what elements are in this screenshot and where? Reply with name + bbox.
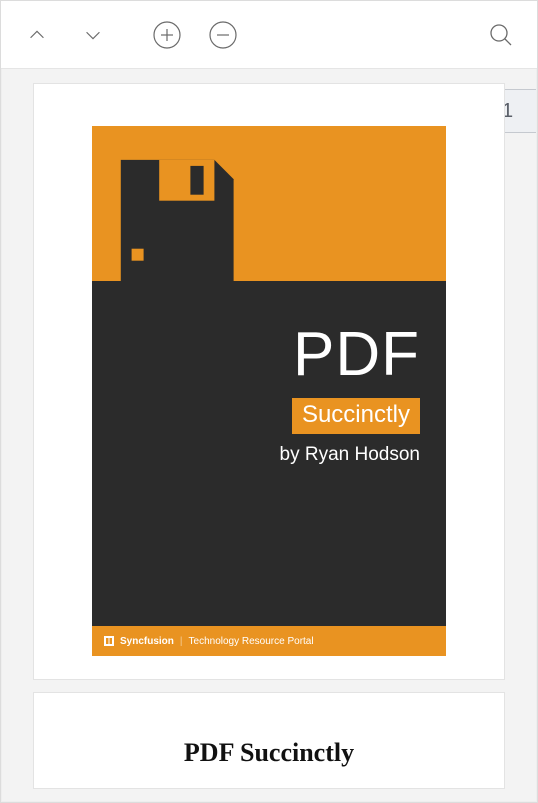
pdf-page-2: PDF Succinctly <box>33 692 505 789</box>
footer-divider: | <box>180 636 183 647</box>
cover-subtitle-box: Succinctly <box>292 398 420 434</box>
chevron-down-icon <box>82 24 104 46</box>
chevron-up-icon <box>26 24 48 46</box>
page-canvas[interactable]: 1 PDF Succinctly by Ry <box>1 69 537 802</box>
pdf-page-1: PDF Succinctly by Ryan Hodson Syncfusion… <box>33 83 505 680</box>
brand-logo-icon <box>104 636 114 646</box>
cover-text-block: PDF Succinctly by Ryan Hodson <box>280 324 420 466</box>
search-button[interactable] <box>479 13 523 57</box>
zoom-out-button[interactable] <box>201 13 245 57</box>
minus-circle-icon <box>208 20 238 50</box>
cover-title: PDF <box>280 324 420 386</box>
prev-page-button[interactable] <box>15 13 59 57</box>
footer-brand: Syncfusion <box>120 636 174 647</box>
cover-subtitle: Succinctly <box>302 401 410 428</box>
book-cover: PDF Succinctly by Ryan Hodson Syncfusion… <box>92 126 446 656</box>
footer-tagline: Technology Resource Portal <box>189 636 314 647</box>
toolbar <box>1 1 537 69</box>
pdf-viewer: 1 PDF Succinctly by Ry <box>0 0 538 803</box>
next-page-button[interactable] <box>71 13 115 57</box>
plus-circle-icon <box>152 20 182 50</box>
cover-footer: Syncfusion | Technology Resource Portal <box>92 626 446 656</box>
floppy-disk-icon <box>116 154 236 281</box>
zoom-in-button[interactable] <box>145 13 189 57</box>
cover-header-band <box>92 126 446 281</box>
search-icon <box>488 22 514 48</box>
page-2-heading: PDF Succinctly <box>184 738 354 768</box>
cover-author: by Ryan Hodson <box>280 444 420 466</box>
